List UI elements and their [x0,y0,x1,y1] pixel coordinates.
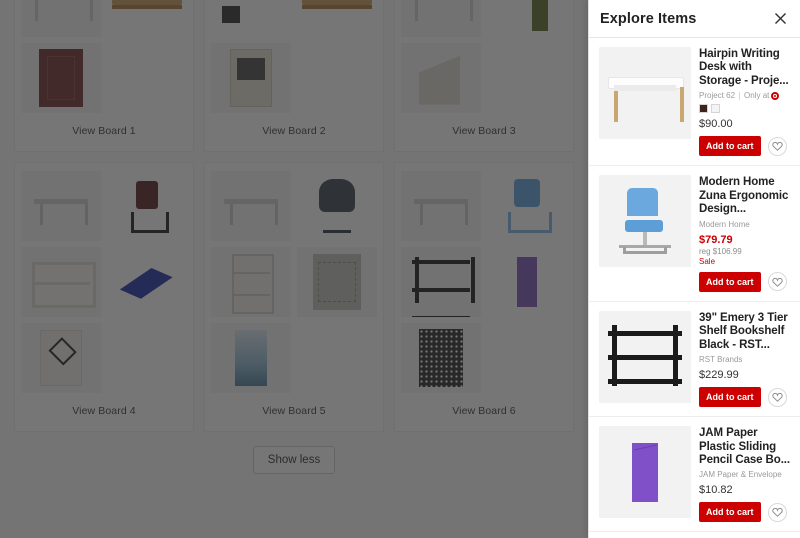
product-image[interactable] [599,426,691,519]
close-icon[interactable] [770,9,790,29]
swatch-dark-brown[interactable] [699,104,708,114]
panel-header: Explore Items [589,0,800,38]
target-bullseye-icon [771,91,780,100]
add-to-cart-button[interactable]: Add to cart [699,271,761,292]
product-brand: Modern Home [699,219,750,229]
product-title[interactable]: Hairpin Writing Desk with Storage - Proj… [699,48,792,88]
product-image[interactable] [599,175,691,268]
product-title[interactable]: JAM Paper Plastic Sliding Pencil Case Bo… [699,427,792,467]
list-item[interactable]: 39" Emery 3 Tier Shelf Bookshelf Black -… [589,302,800,418]
heart-icon[interactable] [767,136,787,156]
product-brand: RST Brands [699,355,743,365]
product-brand: Project 62 [699,91,736,101]
app-root: View Board 1 View Board 2 [0,0,800,538]
product-brand: JAM Paper & Envelope [699,470,782,480]
product-actions: Add to cart [699,502,792,523]
panel-title: Explore Items [600,10,697,27]
divider [739,91,741,100]
product-info: JAM Paper Plastic Sliding Pencil Case Bo… [699,426,792,523]
product-price: $79.79 [699,233,733,246]
product-price: $10.82 [699,484,733,497]
add-to-cart-button[interactable]: Add to cart [699,502,761,523]
product-title[interactable]: Modern Home Zuna Ergonomic Design... [699,176,792,216]
product-brand-row: JAM Paper & Envelope [699,470,792,479]
sale-badge: Sale [699,256,716,266]
product-list[interactable]: Hairpin Writing Desk with Storage - Proj… [589,38,800,538]
only-at-target-label: Only at [744,91,780,100]
product-actions: Add to cart [699,136,792,157]
heart-icon[interactable] [767,272,787,292]
product-image[interactable] [599,47,691,139]
explore-items-panel: Explore Items Hairpin Writing Desk with … [588,0,800,538]
product-info: 39" Emery 3 Tier Shelf Bookshelf Black -… [699,311,792,408]
list-item[interactable]: JAM Paper Plastic Sliding Pencil Case Bo… [589,417,800,533]
product-actions: Add to cart [699,271,792,292]
modal-backdrop[interactable] [0,0,588,538]
product-brand-row: Modern Home [699,220,792,229]
heart-icon[interactable] [767,502,787,522]
list-item[interactable] [589,532,800,538]
product-brand-row: RST Brands [699,355,792,364]
jam-paper-pencil-case-image [599,426,691,518]
list-item[interactable]: Modern Home Zuna Ergonomic Design... Mod… [589,166,800,302]
product-actions: Add to cart [699,387,792,408]
swatch-white[interactable] [711,104,720,114]
page-behind-modal: View Board 1 View Board 2 [0,0,588,538]
product-info: Modern Home Zuna Ergonomic Design... Mod… [699,175,792,292]
heart-icon[interactable] [767,387,787,407]
product-price: $90.00 [699,118,733,131]
product-reg-price: reg $106.99 [699,246,742,256]
product-price: $229.99 [699,369,739,382]
product-brand-row: Project 62 Only at [699,91,792,100]
emery-3-tier-bookshelf-image [599,311,691,403]
list-item[interactable]: Hairpin Writing Desk with Storage - Proj… [589,38,800,167]
hairpin-writing-desk-image [599,47,691,139]
add-to-cart-button[interactable]: Add to cart [699,136,761,157]
product-image[interactable] [599,310,691,403]
zuna-ergonomic-chair-image [599,175,691,267]
product-title[interactable]: 39" Emery 3 Tier Shelf Bookshelf Black -… [699,312,792,352]
add-to-cart-button[interactable]: Add to cart [699,387,761,408]
color-swatches[interactable] [699,104,792,114]
product-info: Hairpin Writing Desk with Storage - Proj… [699,47,792,157]
